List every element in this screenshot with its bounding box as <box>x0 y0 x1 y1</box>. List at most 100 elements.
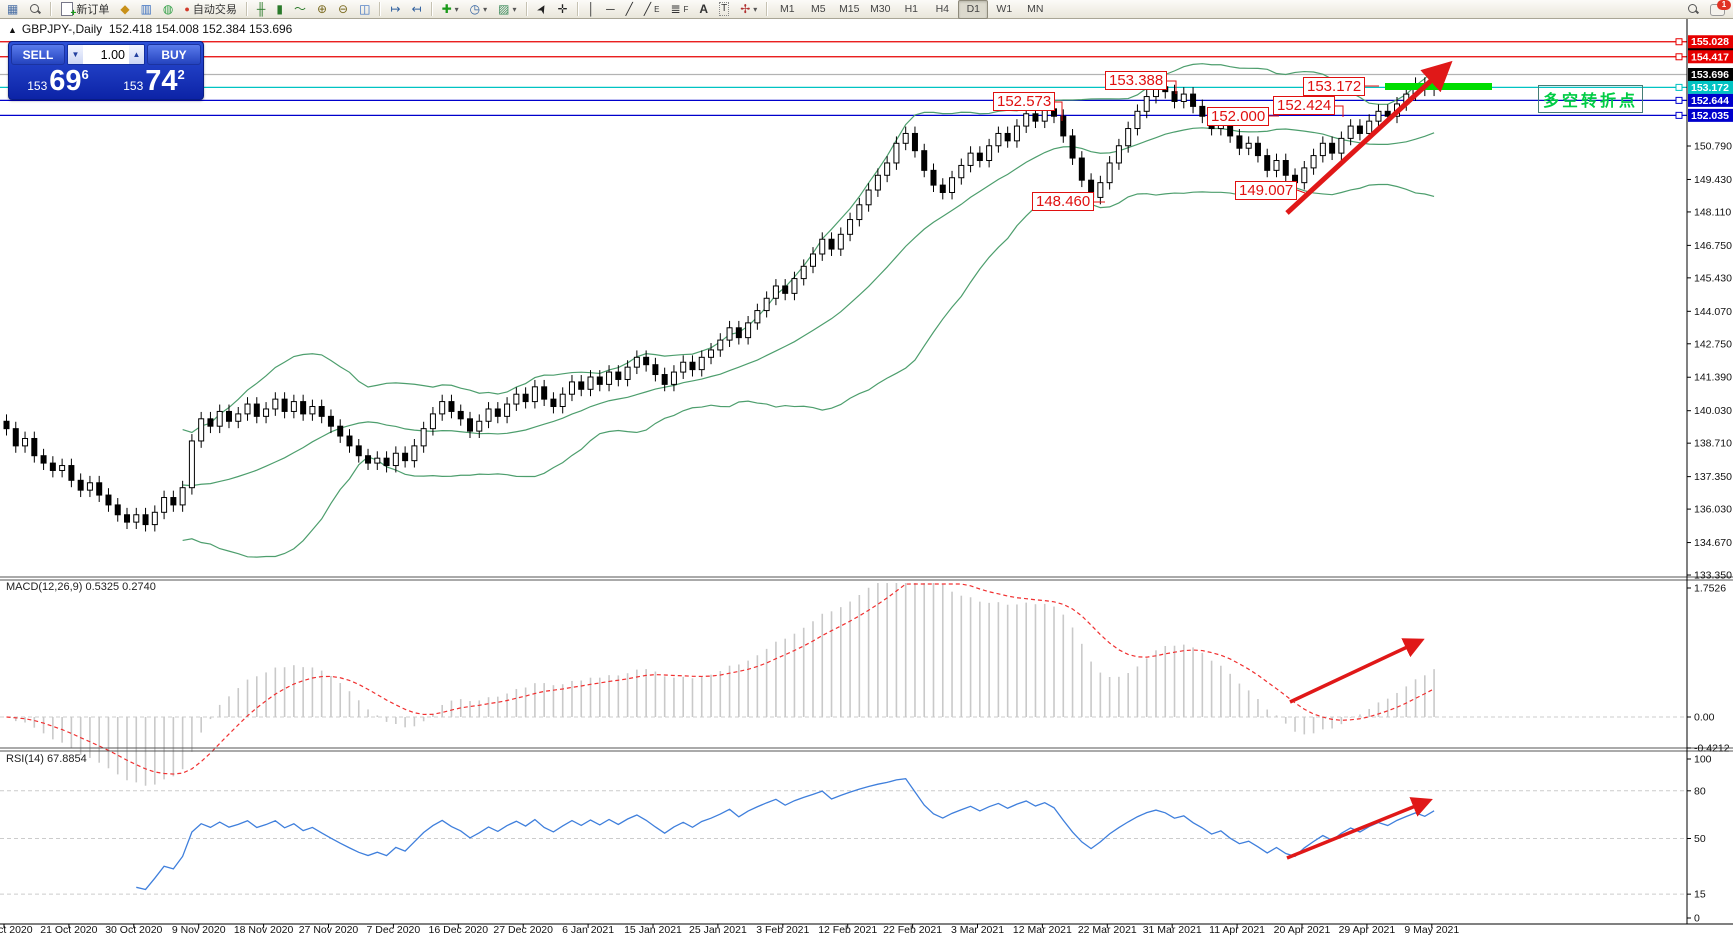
green-highlight-bar[interactable] <box>1385 83 1492 90</box>
chart-canvas[interactable]: 150.790149.430148.110146.750145.430144.0… <box>0 0 1733 939</box>
date-tick-label: 12 Oct 2020 <box>0 924 33 936</box>
price-tick-label: 150.790 <box>1694 141 1732 153</box>
tab-timeframe-m1[interactable]: M1 <box>772 0 802 19</box>
bull-bear-turning-point-label[interactable]: 多空转折点 <box>1538 85 1643 113</box>
global-variables-icon[interactable]: ▥ <box>136 0 157 19</box>
candle-body <box>987 146 992 161</box>
candle-body <box>792 279 797 294</box>
price-annotation[interactable]: 153.172 <box>1303 77 1365 96</box>
candle-body <box>783 286 788 293</box>
candle-body <box>125 515 130 522</box>
data-window-icon[interactable] <box>24 0 46 19</box>
volume-increase-button[interactable]: ▲ <box>129 45 144 64</box>
candle-body <box>625 367 630 379</box>
candle-body <box>495 409 500 416</box>
price-annotation[interactable]: 148.460 <box>1032 192 1094 211</box>
price-annotation[interactable]: 152.000 <box>1207 107 1269 126</box>
date-tick-label: 27 Nov 2020 <box>299 924 359 936</box>
autotrading-button[interactable]: ● 自动交易 <box>179 0 241 19</box>
candle-body <box>588 377 593 389</box>
candle-body <box>393 453 398 465</box>
candle-body <box>959 165 964 177</box>
equidistant-channel-icon[interactable]: ╱E <box>639 0 665 19</box>
fibonacci-icon[interactable]: ≣F <box>665 0 693 19</box>
tab-timeframe-h4[interactable]: H4 <box>927 0 957 19</box>
cursor-icon[interactable]: ➤ <box>532 0 552 19</box>
text-icon[interactable]: A <box>694 0 713 19</box>
candle-body <box>291 402 296 412</box>
search-icon[interactable] <box>1682 0 1704 19</box>
price-annotation[interactable]: 153.388 <box>1105 71 1167 90</box>
tab-timeframe-w1[interactable]: W1 <box>989 0 1019 19</box>
trendline-icon[interactable]: ╱ <box>621 0 638 19</box>
horizontal-line-icon[interactable]: ─ <box>601 0 620 19</box>
line-chart-icon[interactable]: 〜 <box>289 0 311 19</box>
toolbar-separator <box>431 2 433 16</box>
autotrading-label: 自动交易 <box>193 1 237 17</box>
candle-body <box>1024 114 1029 126</box>
line-handle <box>1676 54 1682 60</box>
candle-body <box>199 419 204 441</box>
candle-body <box>523 394 528 401</box>
tab-timeframe-d1[interactable]: D1 <box>958 0 988 19</box>
candlestick-icon[interactable]: ▮ <box>271 0 288 19</box>
text-label-icon[interactable]: T <box>714 0 734 19</box>
price-annotation[interactable]: 152.573 <box>993 92 1055 111</box>
price-annotation[interactable]: 149.007 <box>1235 181 1297 200</box>
auto-scroll-icon[interactable]: ↦ <box>385 0 405 19</box>
macd-tick-label: 0.00 <box>1694 712 1715 724</box>
candle-body <box>1330 143 1335 153</box>
new-order-button[interactable]: 新订单 <box>56 0 114 19</box>
indicators-add-icon[interactable]: ✚▾ <box>437 0 464 19</box>
signals-icon[interactable]: ◍ <box>158 0 178 19</box>
price-marker-text: 152.644 <box>1691 95 1729 107</box>
tab-timeframe-h1[interactable]: H1 <box>896 0 926 19</box>
tab-timeframe-mn[interactable]: MN <box>1020 0 1050 19</box>
buy-button[interactable]: BUY <box>147 44 201 65</box>
date-tick-label: 16 Dec 2020 <box>429 924 489 936</box>
candle-body <box>97 483 102 495</box>
tile-windows-icon[interactable]: ◫ <box>354 0 375 19</box>
candle-body <box>226 411 231 421</box>
bar-chart-icon[interactable]: ╫ <box>252 0 271 19</box>
volume-value[interactable]: 1.00 <box>83 45 129 64</box>
bid-pipette: 6 <box>82 67 89 82</box>
price-annotation[interactable]: 152.424 <box>1273 96 1335 115</box>
tab-timeframe-m30[interactable]: M30 <box>865 0 895 19</box>
crosshair-icon[interactable]: ✛ <box>553 0 573 19</box>
candle-body <box>264 409 269 416</box>
candle-body <box>968 153 973 165</box>
bid-price: 153 69 6 <box>11 67 105 97</box>
periods-icon[interactable]: ◷▾ <box>465 0 493 19</box>
candle-body <box>468 419 473 431</box>
history-center-icon[interactable]: ◆ <box>115 0 134 19</box>
zoom-out-icon[interactable]: ⊖ <box>333 0 353 19</box>
templates-icon[interactable]: ▨▾ <box>493 0 521 19</box>
candle-body <box>41 456 46 463</box>
volume-decrease-button[interactable]: ▼ <box>68 45 83 64</box>
ask-pipette: 2 <box>178 67 185 82</box>
candle-body <box>1070 136 1075 158</box>
sell-button[interactable]: SELL <box>11 44 65 65</box>
line-handle <box>1676 84 1682 90</box>
arrows-icon[interactable]: ✢▾ <box>735 0 762 19</box>
price-tick-label: 137.350 <box>1694 471 1732 483</box>
candle-body <box>505 404 510 416</box>
notifications-icon[interactable]: 1 <box>1705 0 1733 19</box>
tab-timeframe-m5[interactable]: M5 <box>803 0 833 19</box>
chart-shift-icon[interactable]: ↤ <box>407 0 427 19</box>
date-tick-label: 27 Dec 2020 <box>493 924 553 936</box>
date-tick-label: 25 Jan 2021 <box>689 924 747 936</box>
candle-body <box>217 411 222 426</box>
zoom-in-icon[interactable]: ⊕ <box>312 0 332 19</box>
chart-window-icon[interactable]: ▦ <box>2 0 23 19</box>
candle-body <box>514 394 519 404</box>
toolbar-separator <box>379 2 381 16</box>
candle-body <box>1302 168 1307 183</box>
candle-body <box>1237 136 1242 148</box>
candle-body <box>208 419 213 426</box>
candle-body <box>180 488 185 505</box>
tab-timeframe-m15[interactable]: M15 <box>834 0 864 19</box>
candle-body <box>458 411 463 418</box>
vertical-line-icon[interactable]: │ <box>583 0 601 19</box>
